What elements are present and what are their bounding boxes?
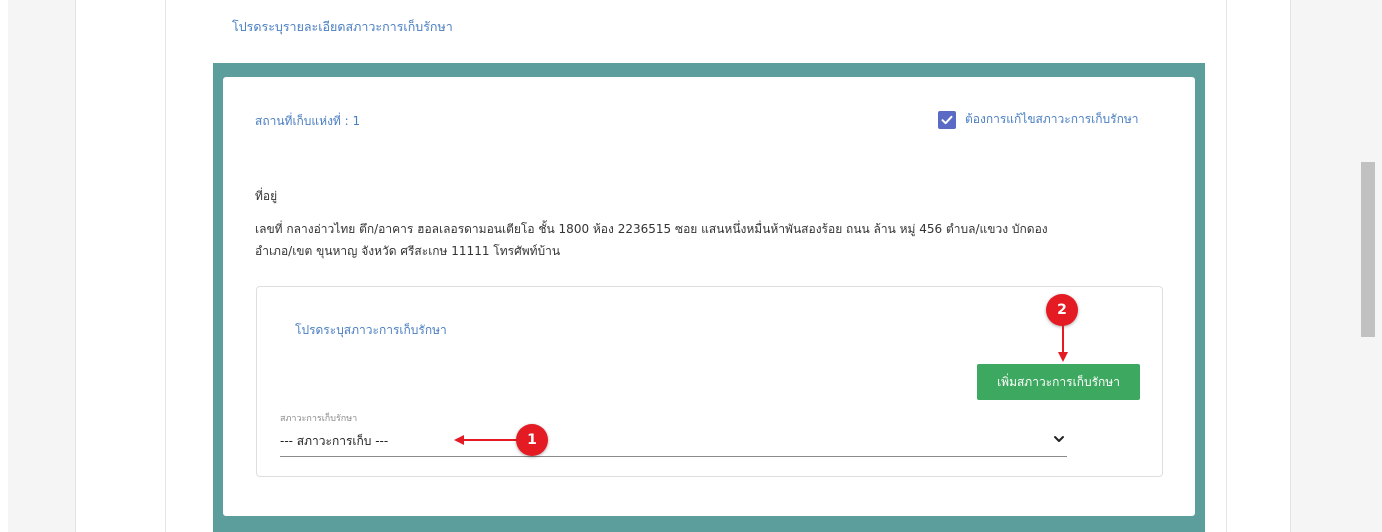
chevron-down-icon bbox=[1054, 436, 1064, 442]
address-line-2: อำเภอ/เขต ขุนหาญ จังหวัด ศรีสะเกษ 11111 … bbox=[255, 244, 561, 258]
address-text: เลขที่ กลางอ่าวไทย ตึก/อาคาร ฮอลเลอรดามอ… bbox=[255, 218, 1155, 262]
condition-select-label: สภาวะการเก็บรักษา bbox=[280, 414, 358, 424]
callout-1-badge: 1 bbox=[516, 424, 548, 456]
location-label: สถานที่เก็บแห่งที่ : 1 bbox=[255, 114, 361, 128]
callout-2-arrow bbox=[1058, 325, 1068, 362]
address-line-1: เลขที่ กลางอ่าวไทย ตึก/อาคาร ฮอลเลอรดามอ… bbox=[255, 222, 1048, 236]
left-panel bbox=[8, 0, 76, 532]
condition-select[interactable]: --- สภาวะการเก็บ --- bbox=[280, 428, 1067, 457]
edit-condition-label: ต้องการแก้ไขสภาวะการเก็บรักษา bbox=[965, 112, 1139, 126]
callout-2-badge: 2 bbox=[1046, 294, 1078, 326]
conditions-title: โปรดระบุสภาวะการเก็บรักษา bbox=[295, 323, 447, 337]
checkmark-icon bbox=[941, 115, 953, 124]
scrollbar-thumb[interactable] bbox=[1361, 162, 1375, 337]
section-title: โปรดระบุรายละเอียดสภาวะการเก็บรักษา bbox=[232, 19, 453, 34]
add-condition-button[interactable]: เพิ่มสภาวะการเก็บรักษา bbox=[977, 364, 1140, 400]
outer-left-strip bbox=[0, 0, 8, 532]
edit-condition-checkbox[interactable] bbox=[938, 110, 956, 129]
address-heading: ที่อยู่ bbox=[255, 189, 278, 203]
edit-condition-toggle[interactable]: ต้องการแก้ไขสภาวะการเก็บรักษา bbox=[938, 110, 1139, 129]
callout-1-arrow bbox=[454, 435, 520, 445]
condition-select-value: --- สภาวะการเก็บ --- bbox=[280, 434, 389, 448]
